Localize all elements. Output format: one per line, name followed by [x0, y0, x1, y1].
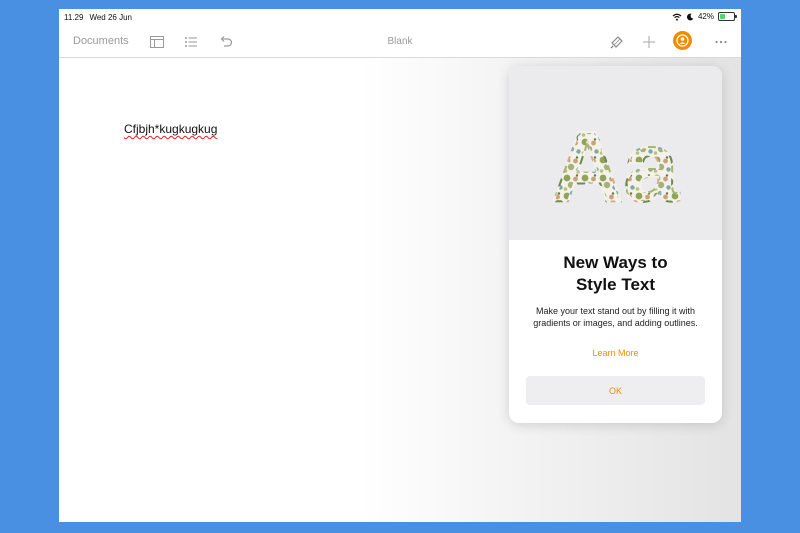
- popover-description: Make your text stand out by filling it w…: [533, 306, 698, 328]
- collaborate-icon: [676, 34, 689, 47]
- add-icon[interactable]: [641, 34, 657, 50]
- sidebar-icon[interactable]: [149, 34, 165, 50]
- battery-icon: [718, 12, 737, 21]
- popover-title-line-1: New Ways to: [563, 253, 668, 272]
- status-bar: 11.29 Wed 26 Jun 42%: [59, 9, 741, 27]
- status-left: 11.29 Wed 26 Jun: [64, 13, 132, 22]
- battery-percent: 42%: [697, 12, 714, 21]
- learn-more-link[interactable]: Learn More: [509, 348, 722, 358]
- documents-button[interactable]: Documents: [73, 35, 129, 47]
- collaborate-button[interactable]: [673, 31, 692, 50]
- moon-icon: [686, 13, 694, 20]
- status-date: Wed 26 Jun: [89, 13, 132, 22]
- toolbar: Documents Blank: [59, 27, 741, 58]
- status-right: 42%: [672, 12, 737, 21]
- format-brush-icon[interactable]: [609, 34, 625, 50]
- popover-title: New Ways to Style Text: [509, 252, 722, 296]
- hero-letters: Aa: [551, 111, 680, 223]
- ipad-screen: 11.29 Wed 26 Jun 42% Documents Blank Cfj…: [59, 9, 741, 522]
- wifi-icon: [672, 13, 682, 21]
- popover-hero-image: Aa: [509, 66, 722, 240]
- document-text[interactable]: Cfjbjh*kugkugkug: [124, 122, 217, 136]
- document-title: Blank: [387, 36, 413, 47]
- undo-icon[interactable]: [218, 34, 234, 50]
- popover-title-line-2: Style Text: [575, 275, 656, 294]
- battery-fill: [720, 14, 726, 19]
- more-icon[interactable]: [713, 34, 729, 50]
- popover-arrow: [609, 58, 625, 66]
- aa-dots-illustration: Aa: [550, 110, 681, 224]
- list-icon[interactable]: [183, 34, 199, 50]
- status-time: 11.29: [64, 13, 84, 22]
- ok-button[interactable]: OK: [526, 376, 705, 405]
- whats-new-popover: Aa New Ways to Style Text Make your text…: [509, 66, 722, 423]
